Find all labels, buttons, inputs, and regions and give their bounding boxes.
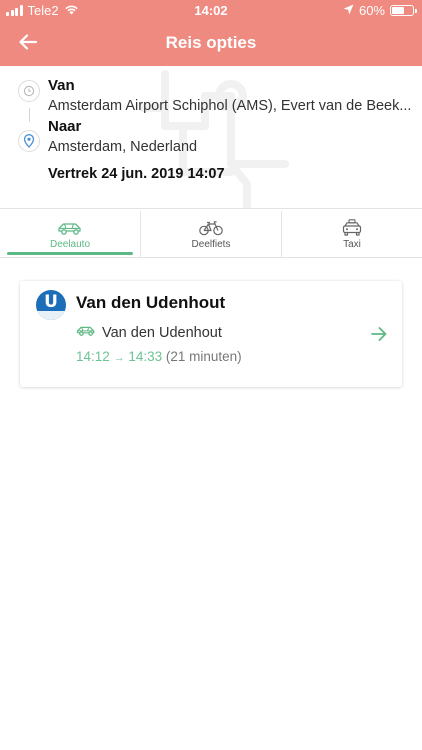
section-divider (0, 208, 422, 209)
route-connector-line (28, 108, 30, 122)
tab-taxi[interactable]: Taxi (282, 211, 422, 257)
tab-deelfiets[interactable]: Deelfiets (141, 211, 282, 257)
car-icon (57, 219, 83, 237)
arrive-time: 14:33 (128, 349, 163, 364)
origin-clock-icon (18, 80, 40, 102)
origin-value: Amsterdam Airport Schiphol (AMS), Evert … (48, 98, 412, 114)
result-title: Van den Udenhout (76, 293, 226, 312)
battery-percent: 60% (358, 3, 385, 18)
destination-label: Naar (48, 118, 82, 135)
taxi-icon (342, 218, 362, 237)
bicycle-icon (198, 219, 224, 237)
tab-deelauto[interactable]: Deelauto (0, 211, 141, 257)
departure-time: Vertrek 24 jun. 2019 14:07 (48, 166, 225, 182)
battery-icon (390, 5, 417, 16)
tab-label: Deelauto (49, 238, 91, 250)
route-summary: Van Amsterdam Airport Schiphol (AMS), Ev… (0, 66, 422, 208)
tabs-divider (0, 257, 422, 258)
arrow-right-icon[interactable] (369, 324, 389, 344)
provider-logo: U (36, 290, 66, 320)
depart-time: 14:12 (76, 349, 110, 364)
time-arrow: → (113, 352, 125, 364)
tab-label: Taxi (343, 238, 361, 250)
provider-logo-letter: U (44, 292, 58, 312)
top-bar: Tele2 14:02 60% Reis opties (0, 0, 422, 66)
destination-value: Amsterdam, Nederland (48, 139, 198, 155)
status-right: 60% (343, 3, 417, 18)
page-title: Reis opties (165, 33, 257, 52)
car-icon (76, 324, 96, 342)
destination-pin-icon (18, 130, 40, 152)
result-card[interactable]: U Van den Udenhout Van den Udenhout 14:1… (20, 281, 402, 387)
active-tab-indicator (7, 252, 133, 255)
trip-duration: (21 minuten) (165, 349, 242, 364)
route-details: Van Amsterdam Airport Schiphol (AMS), Ev… (48, 76, 414, 182)
location-arrow-icon (343, 3, 354, 18)
origin-label: Van (48, 77, 75, 94)
provider-name: Van den Udenhout (102, 325, 222, 341)
transport-tabs: Deelauto Deelfiets Taxi (0, 211, 422, 257)
tab-label: Deelfiets (191, 238, 231, 250)
navigation-bar: Reis opties (0, 22, 422, 66)
provider-row: Van den Udenhout (76, 324, 222, 342)
status-bar: Tele2 14:02 60% (0, 0, 422, 22)
provider-logo-band (36, 311, 66, 320)
trip-times: 14:12 → 14:33 (21 minuten) (76, 349, 242, 364)
